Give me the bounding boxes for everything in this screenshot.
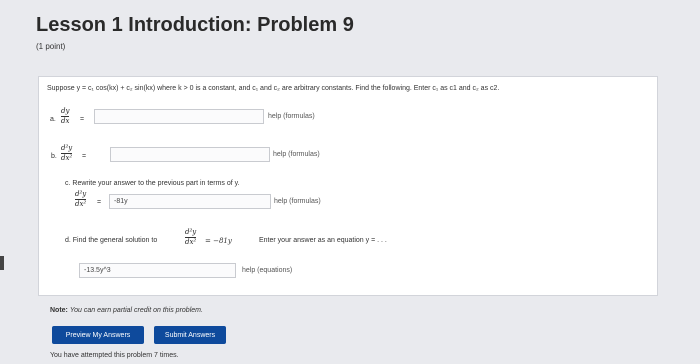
submit-answers-button[interactable]: Submit Answers (154, 326, 226, 344)
part-c-answer-input[interactable]: -81y (109, 194, 271, 209)
part-d-derivative: d²y dx² (185, 228, 197, 247)
part-c-denominator: dx² (75, 200, 87, 208)
part-a-label: a. (50, 116, 56, 123)
attempts-count: You have attempted this problem 7 times. (50, 352, 179, 359)
part-a-help-link[interactable]: help (formulas) (268, 113, 315, 120)
part-b-numerator: d²y (61, 144, 73, 152)
part-d-equation: = −81y (205, 237, 232, 245)
part-d-instructions: d. Find the general solution to (65, 237, 158, 244)
part-c-instructions: c. Rewrite your answer to the previous p… (65, 180, 240, 187)
note-text: You can earn partial credit on this prob… (69, 307, 203, 314)
part-d-answer-input[interactable]: -13.5y^3 (79, 263, 236, 278)
part-b-denominator: dx² (61, 154, 73, 162)
page-title: Lesson 1 Introduction: Problem 9 (36, 14, 354, 36)
part-b-answer-input[interactable] (110, 147, 270, 162)
part-c-equals: = (97, 199, 102, 206)
part-c-derivative: d²y dx² (75, 190, 87, 209)
page-header: Lesson 1 Introduction: Problem 9 (1 poin… (36, 14, 354, 51)
part-c-numerator: d²y (75, 190, 87, 198)
problem-statement: Suppose y = c₁ cos(kx) + c₂ sin(kx) wher… (47, 85, 500, 92)
part-d-help-link[interactable]: help (equations) (242, 267, 292, 274)
part-d-denominator: dx² (185, 238, 197, 246)
part-b-label: b. (51, 153, 57, 160)
part-d-numerator: d²y (185, 228, 197, 236)
problem-panel: Suppose y = c₁ cos(kx) + c₂ sin(kx) wher… (38, 76, 658, 296)
part-b-derivative: d²y dx² (61, 144, 73, 163)
part-a-equals: = (80, 116, 85, 123)
part-a-answer-input[interactable] (94, 109, 264, 124)
note-label: Note: (50, 307, 68, 314)
points-label: (1 point) (36, 42, 66, 51)
part-b-equals: = (82, 153, 87, 160)
part-d-hint: Enter your answer as an equation y = . .… (259, 237, 387, 244)
part-a-denominator: dx (61, 117, 70, 125)
note: Note: You can earn partial credit on thi… (50, 307, 203, 314)
edge-marker (0, 256, 4, 270)
part-b-help-link[interactable]: help (formulas) (273, 151, 320, 158)
part-a-derivative: dy dx (61, 107, 70, 126)
preview-answers-button[interactable]: Preview My Answers (52, 326, 144, 344)
part-c-help-link[interactable]: help (formulas) (274, 198, 321, 205)
part-a-numerator: dy (61, 107, 70, 115)
